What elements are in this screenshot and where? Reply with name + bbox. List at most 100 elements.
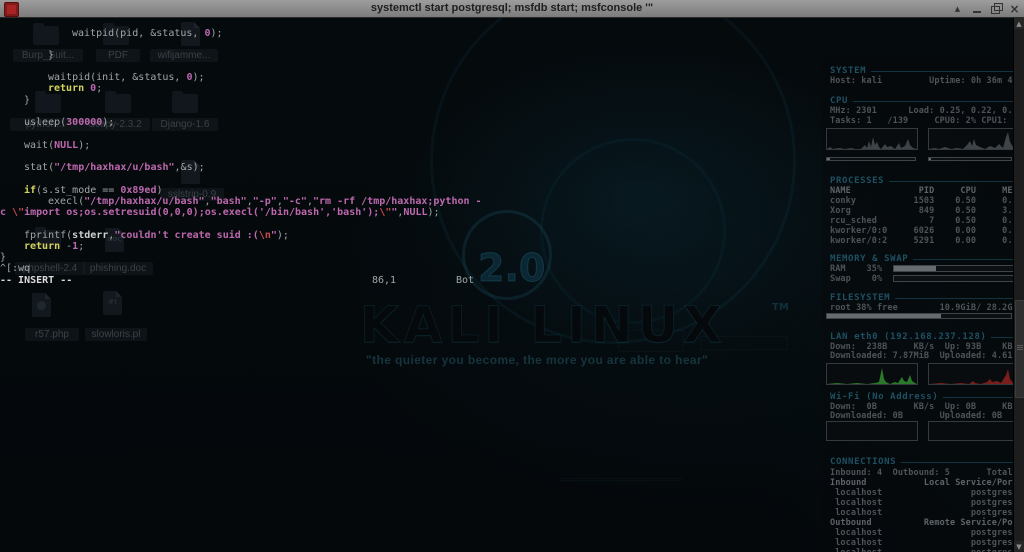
swap-label: Swap 0%: [830, 274, 882, 284]
lan-totals: Downloaded: 7.87MiB Uploaded: 4.61Mi: [830, 351, 1014, 361]
process-row: conky 1503 0.50 0.3: [830, 196, 1014, 206]
connections-summary: Inbound: 4 Outbound: 5 Total:: [830, 468, 1014, 478]
code-line: c \"import os;os.setresuid(0,0,0);os.exe…: [0, 207, 440, 218]
conky-host-uptime: Host: kali Uptime: 0h 36m 44: [830, 76, 1014, 86]
conky-system-monitor: SYSTEM Host: kali Uptime: 0h 36m 44 CPU …: [822, 58, 1014, 552]
lan-download-graph: [826, 363, 918, 385]
scroll-up-arrow[interactable]: ▲: [1014, 18, 1024, 29]
code-token: ): [156, 185, 162, 196]
conky-section-lan: LAN eth0 (192.168.237.128): [830, 332, 1014, 342]
code-token: \": [379, 207, 391, 218]
cpu0-bar: [826, 157, 916, 161]
php-logo-glyph: [37, 301, 46, 310]
desktop-icon-label[interactable]: r57.php: [25, 328, 79, 341]
ram-bar: [893, 265, 1014, 272]
code-line: ^[:wq: [0, 263, 30, 274]
code-token: 0x89ed: [120, 185, 156, 196]
desktop-icon-label[interactable]: Django-1.6: [152, 118, 218, 131]
code-line: waitpid(pid, &status, 0);: [72, 28, 223, 39]
code-line: fprintf(stderr,"couldn't create suid :(\…: [24, 230, 289, 241]
connection-row: localhost postgresq: [830, 538, 1014, 548]
folder-icon[interactable]: [33, 26, 59, 45]
process-row: kworker/0:2 5291 0.00 0.0: [830, 236, 1014, 246]
shade-button[interactable]: ▲: [951, 2, 964, 15]
cpu1-graph: [928, 128, 1014, 150]
code-token: NULL: [54, 140, 78, 151]
desktop-icon-label[interactable]: wifijamme...: [150, 49, 218, 62]
script-file-icon[interactable]: #!: [103, 291, 122, 315]
code-token: fprintf(: [24, 230, 72, 241]
code-line: }: [0, 252, 6, 263]
vim-scroll-position: Bot: [456, 275, 474, 286]
conky-section-processes: PROCESSES: [830, 176, 1014, 186]
code-token: ;: [96, 83, 102, 94]
window-titlebar[interactable]: systemctl start postgresql; msfdb start;…: [0, 0, 1024, 18]
code-line: }: [48, 50, 54, 61]
code-token: c: [0, 207, 12, 218]
code-token: return: [24, 241, 60, 252]
code-token: ;: [78, 241, 84, 252]
cpu0-graph: [826, 128, 918, 150]
code-token: }: [48, 50, 54, 61]
shebang-glyph: #!: [103, 298, 122, 306]
connection-row: localhost postgresq: [830, 548, 1014, 552]
process-table-header: NAME PID CPU MEM: [830, 186, 1014, 196]
code-line: if(s.st_mode == 0x89ed): [24, 185, 163, 196]
code-token: 300000: [66, 117, 102, 128]
terminal-scrollbar[interactable]: ▲ ▼: [1013, 18, 1024, 552]
code-line: waitpid(init, &status, 0);: [48, 72, 205, 83]
code-token: }: [24, 95, 30, 106]
process-row: rcu_sched 7 0.50 0.0: [830, 216, 1014, 226]
connection-row: localhost postgresq: [830, 508, 1014, 518]
desktop-icon-label[interactable]: slowloris.pl: [85, 328, 147, 341]
wallpaper-brand-text: KALI LINUX: [360, 296, 727, 354]
folder-icon[interactable]: [105, 94, 131, 113]
code-token: wait(: [24, 140, 54, 151]
code-token: stderr: [72, 230, 108, 241]
maximize-restore-button[interactable]: [989, 2, 1002, 15]
conky-section-system: SYSTEM: [830, 66, 1014, 76]
folder-icon[interactable]: [172, 94, 198, 113]
minimize-icon: [973, 11, 981, 13]
code-line: stat("/tmp/haxhax/u/bash",&s);: [24, 162, 205, 173]
conky-mhz-load: MHz: 2301 Load: 0.25, 0.22, 0.1: [830, 106, 1014, 116]
code-line: }: [24, 95, 30, 106]
restore-icon: [991, 6, 1000, 14]
code-token: stat(: [24, 162, 54, 173]
code-token: execl(: [48, 196, 84, 207]
minimize-button[interactable]: [970, 2, 983, 15]
code-token: waitpid(pid, &status,: [72, 28, 204, 39]
code-token: waitpid(init, &status,: [48, 72, 186, 83]
code-token: );: [428, 207, 440, 218]
code-token: );: [193, 72, 205, 83]
scrollbar-thumb[interactable]: [1015, 300, 1024, 398]
lan-upload-graph: [928, 363, 1014, 385]
code-token: );: [210, 28, 222, 39]
wifi-download-graph: [826, 421, 918, 441]
inbound-header: Inbound Local Service/Por: [830, 478, 1013, 488]
code-token: "-p": [253, 196, 277, 207]
code-token: "bash": [211, 196, 247, 207]
wifi-totals: Downloaded: 0B Uploaded: 0B: [830, 411, 1002, 421]
conky-section-wifi: Wi-Fi (No Address): [830, 392, 1014, 402]
desktop-icon-label[interactable]: PDF: [96, 49, 140, 62]
process-row: kworker/0:0 6026 0.00 0.0: [830, 226, 1014, 236]
code-token: );: [102, 117, 114, 128]
conky-tasks: Tasks: 1 /139 CPU0: 2% CPU1: 2: [830, 116, 1014, 126]
folder-icon[interactable]: [35, 94, 61, 113]
connection-row: localhost postgresq: [830, 488, 1014, 498]
scroll-down-arrow[interactable]: ▼: [1014, 541, 1024, 552]
desktop-icon-label[interactable]: phishing.doc: [83, 262, 153, 275]
code-token: );: [78, 140, 90, 151]
code-token: \n: [259, 230, 271, 241]
close-button[interactable]: ×: [1008, 2, 1021, 15]
kali-desktop-screen: 2.0 KALI LINUX TM "the quieter you becom…: [0, 0, 1024, 552]
code-line: return 0;: [48, 83, 102, 94]
code-token: "-c": [283, 196, 307, 207]
php-file-icon[interactable]: [32, 293, 51, 317]
connection-row: localhost postgresq: [830, 528, 1014, 538]
wallpaper-trademark: TM: [772, 302, 789, 313]
conky-section-cpu: CPU: [830, 96, 1014, 106]
code-token: -: [60, 241, 72, 252]
wallpaper-version-text: 2.0: [478, 246, 545, 290]
